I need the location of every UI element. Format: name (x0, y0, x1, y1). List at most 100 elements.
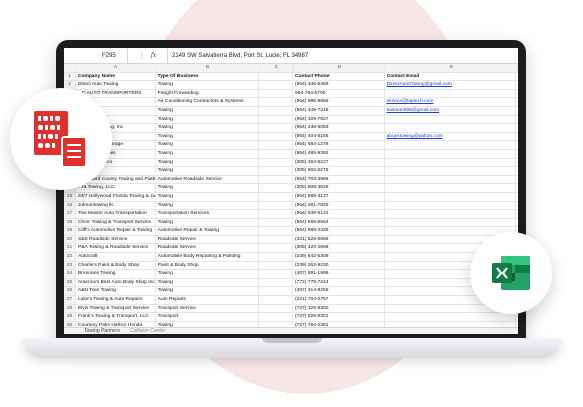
cell-column-c[interactable] (259, 313, 293, 321)
cell-contact-phone[interactable]: (727) 325-9300 (293, 304, 385, 313)
cell-contact-phone[interactable]: (954) 584-1278 (293, 141, 385, 149)
cell-contact-phone[interactable]: (239) 642-5309 (293, 253, 385, 261)
cell-column-c[interactable] (259, 227, 293, 235)
cell-company-name[interactable]: Luke's Towing & Auto Repairs (76, 296, 156, 304)
cell-company-name[interactable]: Elvis Towing & Transport Service (76, 304, 156, 313)
cell-type-of-business[interactable]: Towing (156, 81, 260, 89)
cell-contact-phone[interactable]: (954) 446-5459 (293, 81, 385, 89)
cell-company-name[interactable]: ...ra Towing, LLC (76, 184, 156, 192)
row-number[interactable]: 16 (64, 201, 76, 210)
cell-type-of-business[interactable]: Towing (156, 149, 260, 158)
cell-type-of-business[interactable]: Towing (156, 192, 260, 201)
cell-type-of-business[interactable]: Towing (156, 270, 260, 278)
cell-address[interactable]: 6014 Hayes St Hollywo (516, 107, 518, 115)
cell-address[interactable]: 5716 Rodman St Holly (516, 210, 518, 218)
cell-contact-email[interactable] (385, 192, 516, 201)
cell-column-c[interactable] (259, 124, 293, 132)
cell-company-name[interactable]: Chris' Towing & Transport Service (76, 218, 156, 227)
cell-type-of-business[interactable]: Transport Service (156, 304, 260, 313)
cell-address[interactable]: 2160 SW 59th Way (516, 159, 518, 167)
cell-contact-phone[interactable]: (954) 281-7825 (293, 201, 385, 210)
cell-address[interactable]: 201 SW 31st Ave (516, 116, 518, 124)
cell-contact-phone[interactable]: (954) 559-8564 (293, 218, 385, 227)
cell-contact-phone[interactable]: (407) 591-1996 (293, 270, 385, 278)
column-header-a[interactable]: A (76, 64, 156, 72)
cell-column-c[interactable] (259, 287, 293, 296)
cell-column-c[interactable] (259, 296, 293, 304)
cell-type-of-business[interactable]: Roadside Service (156, 235, 260, 244)
row-number[interactable]: 15 (64, 192, 76, 201)
cell-type-of-business[interactable]: Towing (156, 201, 260, 210)
cell-column-c[interactable] (259, 115, 293, 124)
cell-type-of-business[interactable]: Towing (156, 115, 260, 124)
cell-type-of-business[interactable]: Roadside Service (156, 244, 260, 253)
formula-function-button[interactable]: ⋮ fx (128, 48, 168, 63)
cell-column-c[interactable] (259, 304, 293, 313)
cell-company-name[interactable]: Cliff's Automotive Repair & Towing (76, 227, 156, 235)
row-number[interactable]: 23 (64, 261, 76, 270)
cell-type-of-business[interactable]: Towing (156, 132, 260, 141)
cell-company-name[interactable]: A&N Twin Towing (76, 287, 156, 296)
sheet-tab-collision-center[interactable]: Collision Center (130, 328, 165, 334)
corner-cell[interactable] (64, 64, 76, 72)
cell-column-c[interactable] (259, 270, 293, 278)
row-number[interactable]: 1 (64, 72, 76, 81)
row-number[interactable]: 20 (64, 235, 76, 244)
row-number[interactable]: 28 (64, 304, 76, 313)
cell-contact-email[interactable] (385, 167, 516, 175)
column-header-d[interactable]: D (294, 64, 386, 72)
cell-column-c[interactable] (259, 149, 293, 158)
cell-contact-phone[interactable]: (239) 262-9230 (293, 261, 385, 270)
cell-type-of-business[interactable]: Towing (156, 158, 260, 167)
cell-contact-phone[interactable]: (954) 404-0155 (293, 132, 385, 141)
cell-column-c[interactable] (259, 98, 293, 106)
cell-column-c[interactable] (259, 81, 293, 89)
cell-contact-email[interactable] (385, 210, 516, 218)
row-number[interactable]: 27 (64, 296, 76, 304)
cell-contact-phone[interactable]: (954) 329-7927 (293, 115, 385, 124)
row-number[interactable]: 22 (64, 253, 76, 261)
cell-contact-email[interactable] (385, 89, 516, 98)
cell-type-of-business[interactable]: Towing (156, 167, 260, 175)
cell-contact-email[interactable] (385, 184, 516, 192)
cell-address[interactable]: 7701 Pines Blvd Pembr (516, 98, 518, 106)
cell-company-name[interactable]: Brennans Towing (76, 270, 156, 278)
cell-contact-phone[interactable]: (954) 485-9392 (293, 149, 385, 158)
cell-contact-phone[interactable]: (954) 589-3137 (293, 192, 385, 201)
cell-column-c[interactable] (259, 261, 293, 270)
cell-address[interactable]: 11721 NW 23rd St Pem (516, 124, 518, 132)
cell-type-of-business[interactable]: Paint & Body Shop (156, 261, 260, 270)
cell-company-name[interactable]: 24/7 Hollywood Florida Towing & Junk Car… (76, 192, 156, 201)
cell-contact-phone[interactable]: Contact Phone (293, 72, 385, 81)
cell-contact-phone[interactable]: (954) 989-2436 (293, 227, 385, 235)
cell-contact-phone[interactable]: (305) 363-5227 (293, 158, 385, 167)
cell-column-c[interactable] (259, 158, 293, 167)
cell-type-of-business[interactable]: Towing (156, 141, 260, 149)
cell-contact-email[interactable] (385, 158, 516, 167)
row-number[interactable]: 24 (64, 270, 76, 278)
cell-contact-email[interactable]: towman555@gmail.com (385, 106, 516, 115)
cell-column-c[interactable] (259, 132, 293, 141)
cell-type-of-business[interactable]: Towing (156, 184, 260, 192)
row-number[interactable]: 29 (64, 313, 76, 321)
cell-contact-email[interactable]: DirectAutoTowing@gmail.com (385, 81, 516, 89)
cell-contact-phone[interactable]: (321) 525-0665 (293, 235, 385, 244)
cell-column-c[interactable] (259, 184, 293, 192)
row-number[interactable]: 17 (64, 210, 76, 218)
cell-company-name[interactable]: America's Best Auto Body Shop Inc (76, 278, 156, 287)
cell-type-of-business[interactable]: Towing (156, 124, 260, 132)
row-number[interactable]: 26 (64, 287, 76, 296)
row-number[interactable]: 19 (64, 227, 76, 235)
cell-address[interactable]: 7951 Riviera Blvd Mira (516, 176, 518, 184)
cell-address[interactable]: 4246 Duhme Rd (516, 313, 518, 321)
cell-contact-phone[interactable]: (407) 314-8255 (293, 287, 385, 296)
cell-contact-phone[interactable]: (305) 608-3628 (293, 184, 385, 192)
cell-contact-phone[interactable]: (954) 639-9142 (293, 210, 385, 218)
cell-type-of-business[interactable]: Towing (156, 218, 260, 227)
formula-input[interactable]: 2149 SW Salvatierra Blvd, Port St. Lucie… (168, 53, 308, 59)
cell-contact-email[interactable]: service@laptech.com (385, 98, 516, 106)
cell-type-of-business[interactable]: Automotive Roadside Service (156, 175, 260, 184)
cell-contact-phone[interactable]: (954) 703-3966 (293, 175, 385, 184)
cell-contact-email[interactable] (385, 115, 516, 124)
cell-column-c[interactable] (259, 253, 293, 261)
